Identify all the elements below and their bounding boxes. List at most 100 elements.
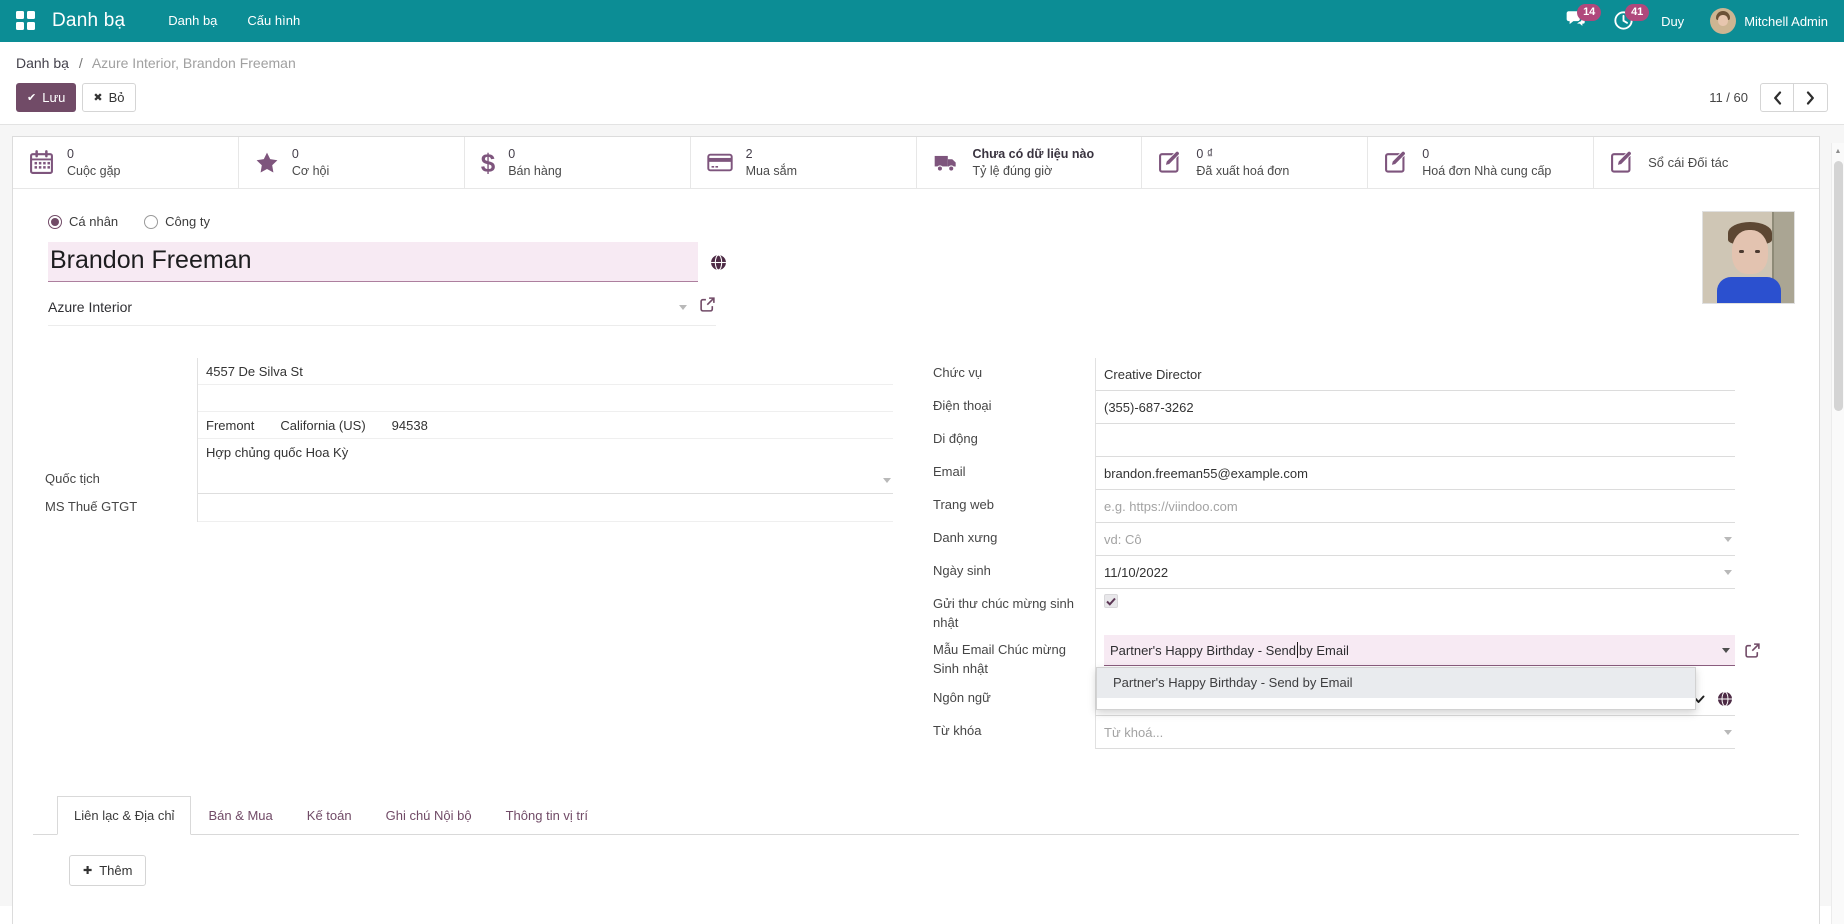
form-sheet: 0Cuộc gặp 0Cơ hội $ 0Bán hàng 2Mua s [12,136,1820,924]
breadcrumb-separator: / [79,55,83,71]
external-link-icon[interactable] [699,296,716,318]
activities-badge: 41 [1625,4,1649,21]
radio-individual-label: Cá nhân [69,214,118,229]
activities-icon[interactable]: 41 [1613,10,1635,32]
birthday-template-label: Mẫu Email Chúc mừng Sinh nhật [933,635,1095,683]
menu-configuration[interactable]: Cấu hình [232,0,315,42]
control-panel: Danh bạ / Azure Interior, Brandon Freema… [0,42,1844,125]
birthday-reminder-checkbox[interactable] [1104,594,1118,608]
website-input[interactable] [1104,499,1735,514]
stat-value: Chưa có dữ liệu nào [973,147,1095,161]
stat-button-on-time-rate[interactable]: Chưa có dữ liệu nàoTỷ lệ đúng giờ [917,137,1143,188]
add-contact-button[interactable]: ✚ Thêm [69,855,146,886]
add-button-label: Thêm [99,863,132,878]
company-type-radio-group: Cá nhân Công ty [48,214,1799,229]
menu-contacts[interactable]: Danh bạ [153,0,232,42]
dollar-icon: $ [481,150,495,176]
stat-value: 0 [508,147,515,161]
street2-field[interactable] [198,385,893,412]
stat-button-opportunities[interactable]: 0Cơ hội [239,137,465,188]
radio-company-label: Công ty [165,214,210,229]
globe-icon[interactable] [1717,691,1733,707]
job-field[interactable]: Creative Director [1095,358,1735,391]
save-button[interactable]: ✔ Lưu [16,83,76,112]
messages-icon[interactable]: 14 [1565,10,1587,32]
birthday-template-field[interactable]: Partner's Happy Birthday - Send by Email [1104,635,1735,666]
zip-field[interactable]: 94538 [392,418,428,433]
text-cursor [1297,642,1298,658]
caret-down-icon [1722,648,1730,653]
email-field[interactable]: brandon.freeman55@example.com [1095,457,1735,490]
phone-field[interactable]: (355)-687-3262 [1095,391,1735,424]
tags-label: Từ khóa [933,716,1095,749]
country-field[interactable]: Hợp chủng quốc Hoa Kỳ [198,439,893,466]
phone-label: Điện thoại [933,391,1095,424]
chevron-left-icon [1773,91,1782,105]
left-column: 4557 De Silva St Fremont California (US)… [33,358,893,749]
pager-previous-button[interactable] [1760,83,1794,112]
tab-accounting[interactable]: Kế toán [290,796,369,835]
stat-button-meetings[interactable]: 0Cuộc gặp [13,137,239,188]
state-field[interactable]: California (US) [280,418,365,433]
mobile-field[interactable] [1095,424,1735,457]
job-row: Chức vụ Creative Director [933,358,1735,391]
radio-selected-icon [48,215,62,229]
discard-button[interactable]: ✖ Bỏ [82,83,135,112]
app-title[interactable]: Danh bạ [52,10,125,32]
caret-down-icon [1724,570,1732,575]
city-field[interactable]: Fremont [206,418,254,433]
vat-field[interactable] [198,494,893,522]
birthday-reminder-label: Gửi thư chúc mừng sinh nhật [933,589,1095,635]
radio-company[interactable]: Công ty [144,214,210,229]
ledger-icon [1610,150,1635,175]
stat-button-sales[interactable]: $ 0 Bán hàng [465,137,691,188]
tab-contacts-addresses[interactable]: Liên lạc & Địa chỉ [57,796,191,835]
tags-input[interactable] [1104,725,1735,740]
save-button-label: Lưu [42,90,65,105]
company-field[interactable]: Azure Interior [48,299,679,315]
apps-grid-icon[interactable] [16,11,36,31]
nationality-field[interactable] [198,466,893,494]
vat-label: MS Thuế GTGT [33,494,197,522]
plus-icon: ✚ [83,864,92,877]
scrollbar-up-arrow[interactable]: ▲ [1832,143,1844,155]
nationality-label: Quốc tịch [33,466,197,494]
stat-label: Bán hàng [508,164,562,178]
systray: 14 41 Duy Mitchell Admin [1565,8,1828,34]
caret-down-icon [1724,730,1732,735]
contact-photo[interactable] [1702,211,1795,304]
vertical-scrollbar[interactable]: ▲ [1831,143,1844,924]
pager-next-button[interactable] [1794,83,1828,112]
stat-button-invoiced[interactable]: 0 ₫Đã xuất hoá đơn [1142,137,1368,188]
tab-content: ✚ Thêm [33,835,1799,924]
title-input[interactable] [1104,532,1735,547]
street-field[interactable]: 4557 De Silva St [198,358,893,385]
tab-location-info[interactable]: Thông tin vị trí [489,796,605,835]
address-values: 4557 De Silva St Fremont California (US)… [197,358,893,466]
radio-individual[interactable]: Cá nhân [48,214,118,229]
stat-button-partner-ledger[interactable]: Sổ cái Đối tác [1594,137,1819,188]
title-row: Danh xưng [933,523,1735,556]
globe-icon[interactable] [710,254,727,271]
company-switcher[interactable]: Duy [1661,14,1684,29]
stat-value: 0 [67,147,74,161]
right-column: Chức vụ Creative Director Điện thoại (35… [933,358,1735,749]
stat-label: Cơ hội [292,164,329,178]
tab-internal-notes[interactable]: Ghi chú Nội bộ [369,796,489,835]
dropdown-option[interactable]: Partner's Happy Birthday - Send by Email [1097,668,1695,698]
breadcrumb-root[interactable]: Danh bạ [16,55,69,71]
check-icon: ✔ [27,91,36,104]
stat-button-vendor-bills[interactable]: 0Hoá đơn Nhà cung cấp [1368,137,1594,188]
birthdate-field[interactable]: 11/10/2022 [1095,556,1735,589]
stat-value: 0 ₫ [1196,147,1213,161]
user-menu[interactable]: Mitchell Admin [1710,8,1828,34]
contact-name-input[interactable] [48,242,698,282]
tab-sales-purchase[interactable]: Bán & Mua [191,796,289,835]
scrollbar-thumb[interactable] [1834,161,1843,411]
external-link-icon[interactable] [1744,642,1761,662]
form-body: Cá nhân Công ty Azure Interior [13,189,1819,924]
stat-button-purchases[interactable]: 2Mua sắm [691,137,917,188]
address-group: 4557 De Silva St Fremont California (US)… [33,358,893,466]
template-text-after-cursor: by Email [1299,643,1349,658]
birthday-reminder-row: Gửi thư chúc mừng sinh nhật [933,589,1735,635]
